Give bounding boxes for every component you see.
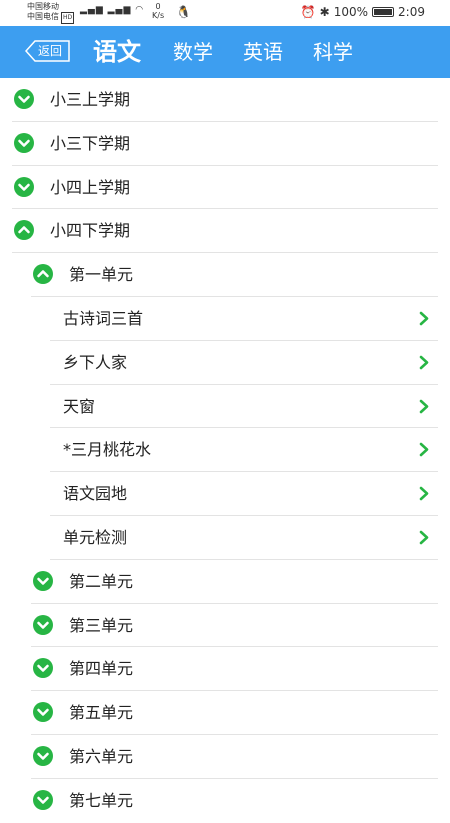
back-button-label: 返回 <box>38 44 63 58</box>
unit-row[interactable]: 第三单元 <box>0 604 450 648</box>
semester-label: 小三下学期 <box>50 133 131 153</box>
tab-chinese[interactable]: 语文 <box>93 26 141 78</box>
chevron-down-icon <box>33 745 53 766</box>
chevron-down-icon <box>33 570 53 591</box>
back-button[interactable]: 返回 <box>25 40 71 62</box>
qq-icon: 🐧 <box>176 5 191 19</box>
lesson-row[interactable]: 语文园地 <box>0 472 450 516</box>
chevron-right-icon <box>419 443 429 457</box>
carrier-info: 中国移动 中国电信 HD <box>27 2 75 24</box>
unit-label: 第七单元 <box>69 790 134 810</box>
tab-english[interactable]: 英语 <box>243 26 283 78</box>
semester-label: 小四下学期 <box>50 221 131 241</box>
carrier-2: 中国电信 <box>27 12 59 21</box>
unit-label: 第一单元 <box>69 265 134 285</box>
chevron-down-icon <box>14 89 34 109</box>
chevron-down-icon <box>14 176 34 197</box>
network-speed-value: 0 <box>155 2 161 11</box>
lesson-row[interactable]: *三月桃花水 <box>0 428 450 473</box>
unit-label: 第六单元 <box>69 746 134 766</box>
status-bar: 中国移动 中国电信 HD ▂▄▆ ▂▄▆ ◠ 0 K/s 🐧 ⏰ ✱ 100% 2… <box>0 0 450 26</box>
unit-row[interactable]: 第七单元 <box>0 779 450 823</box>
unit-label: 第四单元 <box>69 659 134 679</box>
lesson-label: *三月桃花水 <box>63 440 152 460</box>
carrier-1: 中国移动 <box>27 2 59 11</box>
chevron-down-icon <box>33 614 53 635</box>
lesson-label: 语文园地 <box>63 484 128 504</box>
unit-label: 第五单元 <box>69 703 134 723</box>
chevron-right-icon <box>419 355 429 370</box>
battery-icon <box>372 7 395 17</box>
bluetooth-icon: ✱ <box>319 5 330 19</box>
network-speed: 0 K/s <box>152 2 164 20</box>
signal-icon: ▂▄▆ ▂▄▆ ◠ <box>80 5 145 15</box>
content-list: 小三上学期 小三下学期 小四上学期 小四下学期 第一单元 古诗词三首 乡下人家 … <box>0 78 450 823</box>
unit-row-expanded[interactable]: 第一单元 <box>0 253 450 297</box>
hd-badge: HD <box>61 12 75 24</box>
lesson-label: 乡下人家 <box>63 352 128 372</box>
clock: 2:09 <box>398 5 425 19</box>
chevron-right-icon <box>419 530 429 545</box>
chevron-right-icon <box>419 486 429 501</box>
unit-row[interactable]: 第五单元 <box>0 691 450 735</box>
lesson-row[interactable]: 天窗 <box>0 385 450 429</box>
semester-label: 小四上学期 <box>50 177 131 197</box>
lesson-row[interactable]: 乡下人家 <box>0 341 450 385</box>
chevron-down-icon <box>14 132 34 153</box>
chevron-up-icon <box>33 264 53 285</box>
unit-label: 第二单元 <box>69 571 134 591</box>
tab-math[interactable]: 数学 <box>173 26 213 78</box>
unit-row[interactable]: 第二单元 <box>0 560 450 604</box>
unit-row[interactable]: 第四单元 <box>0 647 450 692</box>
lesson-row[interactable]: 古诗词三首 <box>0 297 450 341</box>
chevron-right-icon <box>419 311 429 326</box>
chevron-up-icon <box>14 220 34 241</box>
unit-row[interactable]: 第六单元 <box>0 735 450 779</box>
semester-row[interactable]: 小四上学期 <box>0 166 450 210</box>
semester-label: 小三上学期 <box>50 90 131 109</box>
lesson-row[interactable]: 单元检测 <box>0 516 450 560</box>
lesson-label: 古诗词三首 <box>63 308 144 328</box>
status-right: ⏰ ✱ 100% 2:09 <box>301 5 425 19</box>
semester-row-expanded[interactable]: 小四下学期 <box>0 209 450 254</box>
chevron-down-icon <box>33 702 53 723</box>
battery-percent: 100% <box>333 5 369 19</box>
chevron-down-icon <box>33 658 53 679</box>
chevron-right-icon <box>419 399 429 413</box>
lesson-label: 天窗 <box>63 396 96 416</box>
lesson-label: 单元检测 <box>63 527 128 547</box>
tab-science[interactable]: 科学 <box>313 26 353 78</box>
unit-label: 第三单元 <box>69 615 134 635</box>
semester-row[interactable]: 小三上学期 <box>0 78 450 122</box>
network-speed-unit: K/s <box>152 11 165 20</box>
alarm-icon: ⏰ <box>300 5 316 19</box>
app-bar: 返回 语文 数学 英语 科学 <box>0 26 450 78</box>
semester-row[interactable]: 小三下学期 <box>0 122 450 166</box>
